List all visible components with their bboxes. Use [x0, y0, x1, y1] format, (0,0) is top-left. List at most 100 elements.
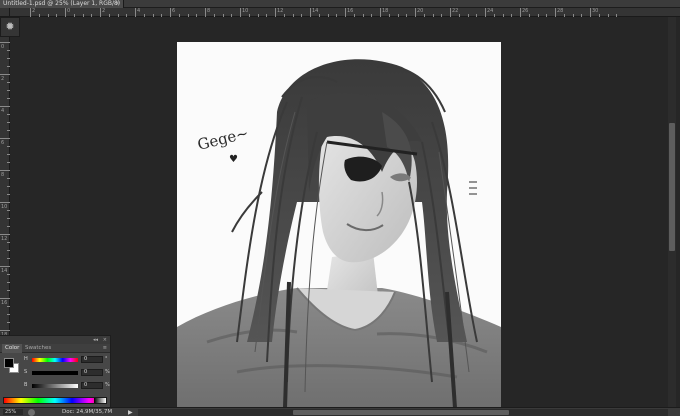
ruler-label: 28: [557, 8, 564, 14]
ruler-label: 12: [277, 8, 284, 14]
ruler-minor-tick: [467, 14, 469, 17]
ruler-major-tick: [0, 330, 10, 331]
ruler-major-tick: [0, 298, 10, 299]
ruler-minor-tick: [7, 226, 10, 227]
document-canvas[interactable]: Gege~ ♥: [177, 42, 501, 408]
tab-swatches[interactable]: Swatches: [22, 344, 54, 353]
ruler-label: 8: [207, 8, 211, 14]
ruler-minor-tick: [7, 314, 10, 315]
hue-label: H: [24, 356, 28, 362]
ruler-minor-tick: [161, 14, 163, 17]
status-info-icon[interactable]: [28, 409, 35, 416]
ruler-minor-tick: [108, 14, 110, 17]
ruler-minor-tick: [283, 14, 285, 17]
ruler-minor-tick: [607, 14, 609, 17]
brightness-slider[interactable]: [32, 384, 78, 388]
gear-icon[interactable]: ✹: [1, 18, 19, 36]
brightness-input[interactable]: 0: [81, 382, 103, 389]
ruler-major-tick: [415, 8, 416, 17]
artwork-heart: ♥: [229, 154, 238, 165]
status-bar: 25% Doc: 24,9M/35,7M ▶: [0, 407, 680, 416]
ruler-minor-tick: [423, 14, 425, 17]
ruler-label: 4: [137, 8, 141, 14]
document-tab[interactable]: Untitled-1.psd @ 25% (Layer 1, RGB/8) ×: [0, 0, 124, 8]
ruler-minor-tick: [7, 82, 10, 83]
saturation-input[interactable]: 0: [81, 369, 103, 376]
ruler-major-tick: [520, 8, 521, 17]
ruler-label: 10: [242, 8, 249, 14]
close-panel-icon[interactable]: ×: [103, 336, 107, 344]
ruler-minor-tick: [511, 14, 513, 17]
ruler-minor-tick: [213, 14, 215, 17]
ruler-minor-tick: [441, 14, 443, 17]
zoom-level-field[interactable]: 25%: [3, 409, 23, 415]
vertical-scrollbar[interactable]: [668, 17, 676, 407]
ruler-major-tick: [65, 8, 66, 17]
ruler-minor-tick: [47, 14, 49, 17]
saturation-label: S: [24, 369, 28, 375]
ruler-minor-tick: [7, 218, 10, 219]
saturation-slider[interactable]: [32, 371, 78, 375]
ruler-minor-tick: [7, 210, 10, 211]
document-size-info: Doc: 24,9M/35,7M: [62, 409, 113, 415]
ruler-label: 18: [382, 8, 389, 14]
ruler-major-tick: [450, 8, 451, 17]
foreground-color-swatch[interactable]: [4, 358, 14, 368]
ruler-minor-tick: [292, 14, 294, 17]
ruler-minor-tick: [7, 282, 10, 283]
ruler-minor-tick: [502, 14, 504, 17]
ruler-minor-tick: [537, 14, 539, 17]
ruler-minor-tick: [301, 14, 303, 17]
ruler-major-tick: [240, 8, 241, 17]
ruler-minor-tick: [353, 14, 355, 17]
ruler-minor-tick: [7, 58, 10, 59]
tab-color[interactable]: Color: [2, 344, 23, 353]
ruler-minor-tick: [362, 14, 364, 17]
ruler-major-tick: [590, 8, 591, 17]
close-tab-icon[interactable]: ×: [115, 0, 120, 8]
vertical-scroll-thumb[interactable]: [669, 123, 675, 251]
ruler-minor-tick: [82, 14, 84, 17]
ruler-minor-tick: [196, 14, 198, 17]
ruler-minor-tick: [7, 194, 10, 195]
hue-row: H 0 °: [24, 356, 109, 365]
ruler-major-tick: [0, 202, 10, 203]
ruler-major-tick: [100, 8, 101, 17]
ruler-major-tick: [0, 42, 10, 43]
saturation-row: S 0 %: [24, 369, 110, 378]
ruler-label: 22: [452, 8, 459, 14]
collapse-icon[interactable]: ◂◂: [93, 336, 98, 344]
ruler-origin[interactable]: [0, 8, 10, 17]
ruler-label: 24: [487, 8, 494, 14]
document-tab-bar: Untitled-1.psd @ 25% (Layer 1, RGB/8) ×: [0, 0, 680, 8]
ruler-minor-tick: [7, 122, 10, 123]
grayscale-ramp[interactable]: [94, 398, 106, 403]
horizontal-scroll-thumb[interactable]: [293, 410, 509, 415]
ruler-minor-tick: [7, 242, 10, 243]
ruler-minor-tick: [248, 14, 250, 17]
ruler-label: 6: [172, 8, 176, 14]
ruler-label: 6: [1, 140, 5, 146]
ruler-label: 0: [1, 44, 5, 50]
ruler-minor-tick: [572, 14, 574, 17]
ruler-label: 2: [1, 76, 5, 82]
ruler-major-tick: [485, 8, 486, 17]
ruler-minor-tick: [327, 14, 329, 17]
panel-menu-icon[interactable]: ≡: [103, 344, 107, 353]
tool-options-panel[interactable]: ✹: [0, 17, 20, 37]
horizontal-scrollbar[interactable]: [138, 409, 668, 416]
ruler-minor-tick: [598, 14, 600, 17]
document-tab-title: Untitled-1.psd @ 25% (Layer 1, RGB/8): [3, 0, 121, 7]
status-menu-arrow-icon[interactable]: ▶: [128, 408, 133, 416]
ruler-major-tick: [310, 8, 311, 17]
color-spectrum-bar[interactable]: [3, 397, 107, 404]
ruler-major-tick: [345, 8, 346, 17]
color-panel-header[interactable]: ◂◂ ×: [0, 336, 110, 344]
ruler-minor-tick: [528, 14, 530, 17]
ruler-major-tick: [0, 138, 10, 139]
ruler-label: 14: [312, 8, 319, 14]
ruler-minor-tick: [432, 14, 434, 17]
horizontal-ruler[interactable]: 2 0 2 4 6 8 10 12 14 16 18 20 22 24 26 28 30: [10, 8, 680, 17]
hue-slider[interactable]: [32, 358, 78, 362]
hue-input[interactable]: 0: [81, 356, 103, 363]
